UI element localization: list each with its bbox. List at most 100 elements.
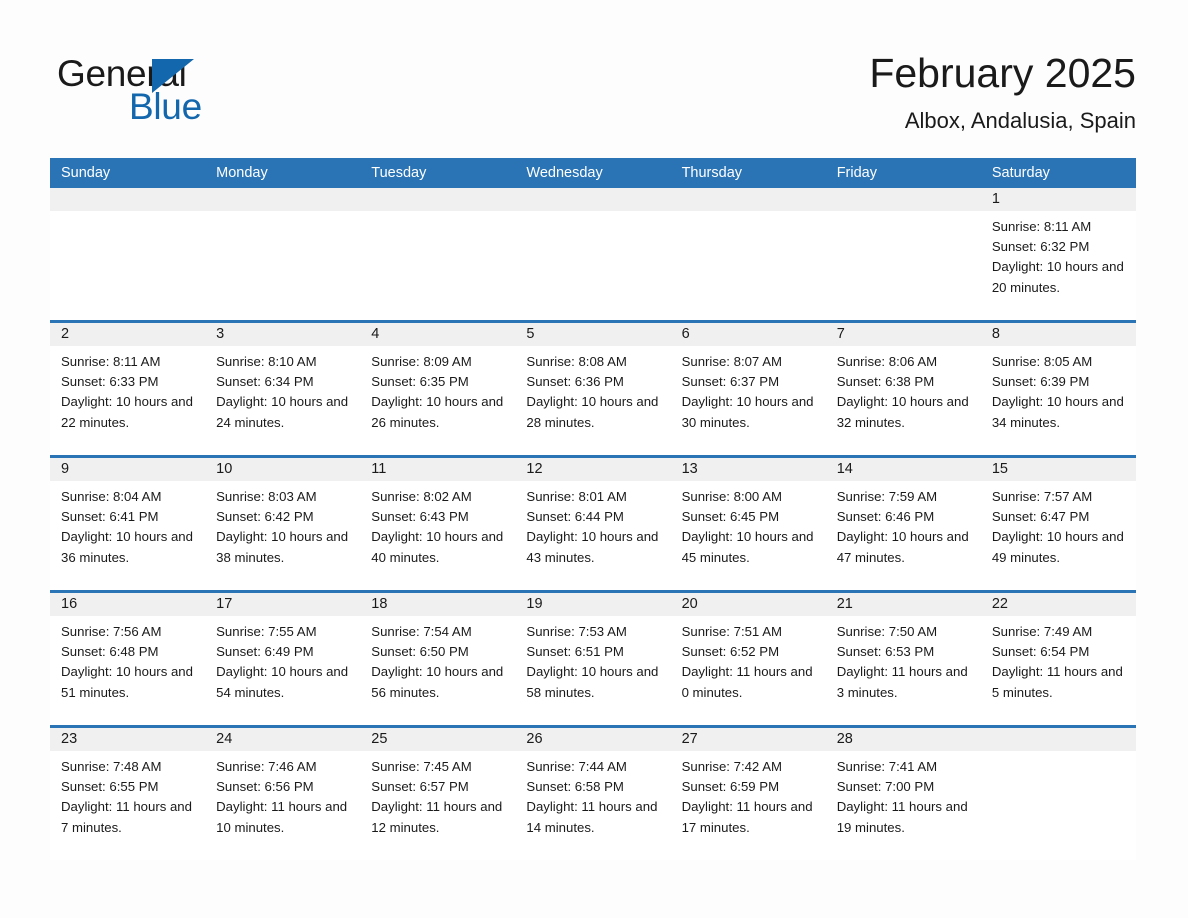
day-cell[interactable]: 20 Sunrise: 7:51 AM Sunset: 6:52 PM Dayl… xyxy=(670,593,826,725)
day-cell[interactable]: 23 Sunrise: 7:48 AM Sunset: 6:55 PM Dayl… xyxy=(50,728,206,860)
sunset-text: Sunset: 7:00 PM xyxy=(836,779,935,795)
sunset-text: Sunset: 6:41 PM xyxy=(61,509,159,525)
day-cell[interactable] xyxy=(360,188,516,320)
day-info xyxy=(205,211,360,217)
day-cell[interactable]: 11 Sunrise: 8:02 AM Sunset: 6:43 PM Dayl… xyxy=(360,458,516,590)
daylight-text: Daylight: 11 hours and 10 minutes. xyxy=(216,799,348,835)
sunset-text: Sunset: 6:46 PM xyxy=(836,509,935,525)
week-row: 2 Sunrise: 8:11 AM Sunset: 6:33 PM Dayli… xyxy=(50,320,1136,455)
sunrise-text: Sunrise: 8:00 AM xyxy=(681,489,782,504)
day-number: 9 xyxy=(50,458,206,481)
sunset-text: Sunset: 6:59 PM xyxy=(681,779,780,795)
day-cell[interactable]: 4 Sunrise: 8:09 AM Sunset: 6:35 PM Dayli… xyxy=(360,323,516,455)
daylight-text: Daylight: 10 hours and 56 minutes. xyxy=(371,664,504,700)
day-info: Sunrise: 7:59 AM Sunset: 6:46 PM Dayligh… xyxy=(826,481,981,568)
sunset-text: Sunset: 6:39 PM xyxy=(991,374,1090,390)
day-number: 10 xyxy=(205,458,361,481)
day-number: 8 xyxy=(980,323,1136,346)
day-info: Sunrise: 8:02 AM Sunset: 6:43 PM Dayligh… xyxy=(360,481,515,568)
day-cell[interactable] xyxy=(50,188,206,320)
sunset-text: Sunset: 6:34 PM xyxy=(216,374,314,390)
sunrise-text: Sunrise: 7:48 AM xyxy=(61,759,162,774)
sunrise-text: Sunrise: 7:50 AM xyxy=(836,624,938,639)
daylight-text: Daylight: 10 hours and 30 minutes. xyxy=(681,394,814,430)
day-number: 26 xyxy=(515,728,671,751)
sunset-text: Sunset: 6:47 PM xyxy=(991,509,1090,525)
sunset-text: Sunset: 6:57 PM xyxy=(371,779,469,795)
day-cell[interactable]: 27 Sunrise: 7:42 AM Sunset: 6:59 PM Dayl… xyxy=(670,728,826,860)
day-cell[interactable] xyxy=(670,188,826,320)
day-cell[interactable]: 22 Sunrise: 7:49 AM Sunset: 6:54 PM Dayl… xyxy=(980,593,1136,725)
day-cell[interactable]: 6 Sunrise: 8:07 AM Sunset: 6:37 PM Dayli… xyxy=(670,323,826,455)
day-cell[interactable]: 5 Sunrise: 8:08 AM Sunset: 6:36 PM Dayli… xyxy=(515,323,671,455)
day-cell[interactable]: 10 Sunrise: 8:03 AM Sunset: 6:42 PM Dayl… xyxy=(205,458,361,590)
day-info xyxy=(515,211,670,217)
sunset-text: Sunset: 6:35 PM xyxy=(371,374,469,390)
sunrise-text: Sunrise: 7:46 AM xyxy=(216,759,317,774)
day-info: Sunrise: 7:51 AM Sunset: 6:52 PM Dayligh… xyxy=(671,616,826,703)
calendar-table: Sunday Monday Tuesday Wednesday Thursday… xyxy=(50,158,1136,860)
day-cell[interactable]: 21 Sunrise: 7:50 AM Sunset: 6:53 PM Dayl… xyxy=(825,593,981,725)
day-info: Sunrise: 8:09 AM Sunset: 6:35 PM Dayligh… xyxy=(360,346,515,433)
day-cell[interactable] xyxy=(825,188,981,320)
day-number: 2 xyxy=(50,323,206,346)
day-cell[interactable]: 15 Sunrise: 7:57 AM Sunset: 6:47 PM Dayl… xyxy=(980,458,1136,590)
daylight-text: Daylight: 11 hours and 17 minutes. xyxy=(681,799,813,835)
week-row: 23 Sunrise: 7:48 AM Sunset: 6:55 PM Dayl… xyxy=(50,725,1136,860)
day-info: Sunrise: 7:53 AM Sunset: 6:51 PM Dayligh… xyxy=(515,616,670,703)
weekday-header-thursday: Thursday xyxy=(681,165,743,181)
day-cell[interactable]: 25 Sunrise: 7:45 AM Sunset: 6:57 PM Dayl… xyxy=(360,728,516,860)
day-info: Sunrise: 8:00 AM Sunset: 6:45 PM Dayligh… xyxy=(671,481,826,568)
day-cell[interactable]: 18 Sunrise: 7:54 AM Sunset: 6:50 PM Dayl… xyxy=(360,593,516,725)
generalblue-logo[interactable]: General Blue xyxy=(57,52,257,127)
day-cell[interactable]: 26 Sunrise: 7:44 AM Sunset: 6:58 PM Dayl… xyxy=(515,728,671,860)
day-info: Sunrise: 8:05 AM Sunset: 6:39 PM Dayligh… xyxy=(981,346,1136,433)
sunrise-text: Sunrise: 7:51 AM xyxy=(681,624,782,639)
day-cell[interactable]: 16 Sunrise: 7:56 AM Sunset: 6:48 PM Dayl… xyxy=(50,593,206,725)
day-cell[interactable]: 24 Sunrise: 7:46 AM Sunset: 6:56 PM Dayl… xyxy=(205,728,361,860)
day-cell[interactable] xyxy=(980,728,1136,860)
sunrise-text: Sunrise: 8:05 AM xyxy=(991,354,1093,369)
day-info xyxy=(360,211,515,217)
day-cell[interactable]: 28 Sunrise: 7:41 AM Sunset: 7:00 PM Dayl… xyxy=(825,728,981,860)
daylight-text: Daylight: 10 hours and 43 minutes. xyxy=(526,529,659,565)
sunrise-text: Sunrise: 7:41 AM xyxy=(836,759,938,774)
weekday-header-tuesday: Tuesday xyxy=(371,165,427,181)
day-cell[interactable]: 3 Sunrise: 8:10 AM Sunset: 6:34 PM Dayli… xyxy=(205,323,361,455)
weekday-header-wednesday: Wednesday xyxy=(526,165,603,181)
sunrise-text: Sunrise: 8:06 AM xyxy=(836,354,938,369)
day-number: 23 xyxy=(50,728,206,751)
day-number: 14 xyxy=(825,458,981,481)
sunset-text: Sunset: 6:52 PM xyxy=(681,644,780,660)
sunrise-text: Sunrise: 8:11 AM xyxy=(991,219,1092,234)
sunrise-text: Sunrise: 8:01 AM xyxy=(526,489,627,504)
day-number xyxy=(825,188,981,211)
daylight-text: Daylight: 10 hours and 51 minutes. xyxy=(61,664,193,700)
day-cell[interactable]: 7 Sunrise: 8:06 AM Sunset: 6:38 PM Dayli… xyxy=(825,323,981,455)
sunrise-text: Sunrise: 7:59 AM xyxy=(836,489,938,504)
day-cell[interactable]: 19 Sunrise: 7:53 AM Sunset: 6:51 PM Dayl… xyxy=(515,593,671,725)
sunset-text: Sunset: 6:37 PM xyxy=(681,374,780,390)
day-info: Sunrise: 7:48 AM Sunset: 6:55 PM Dayligh… xyxy=(50,751,205,838)
day-cell[interactable]: 2 Sunrise: 8:11 AM Sunset: 6:33 PM Dayli… xyxy=(50,323,206,455)
day-cell[interactable]: 9 Sunrise: 8:04 AM Sunset: 6:41 PM Dayli… xyxy=(50,458,206,590)
day-info: Sunrise: 7:56 AM Sunset: 6:48 PM Dayligh… xyxy=(50,616,205,703)
daylight-text: Daylight: 10 hours and 58 minutes. xyxy=(526,664,659,700)
day-cell[interactable]: 12 Sunrise: 8:01 AM Sunset: 6:44 PM Dayl… xyxy=(515,458,671,590)
weekday-header-sunday: Sunday xyxy=(61,165,111,181)
day-cell[interactable]: 14 Sunrise: 7:59 AM Sunset: 6:46 PM Dayl… xyxy=(825,458,981,590)
day-cell[interactable]: 17 Sunrise: 7:55 AM Sunset: 6:49 PM Dayl… xyxy=(205,593,361,725)
day-number: 1 xyxy=(980,188,1136,211)
day-cell[interactable]: 1 Sunrise: 8:11 AM Sunset: 6:32 PM Dayli… xyxy=(980,188,1136,320)
sunrise-text: Sunrise: 7:57 AM xyxy=(991,489,1093,504)
daylight-text: Daylight: 10 hours and 40 minutes. xyxy=(371,529,504,565)
day-cell[interactable] xyxy=(515,188,671,320)
day-cell[interactable]: 13 Sunrise: 8:00 AM Sunset: 6:45 PM Dayl… xyxy=(670,458,826,590)
sunset-text: Sunset: 6:45 PM xyxy=(681,509,780,525)
day-info: Sunrise: 7:49 AM Sunset: 6:54 PM Dayligh… xyxy=(981,616,1136,703)
day-cell[interactable]: 8 Sunrise: 8:05 AM Sunset: 6:39 PM Dayli… xyxy=(980,323,1136,455)
location-subtitle: Albox, Andalusia, Spain xyxy=(904,108,1136,133)
day-number xyxy=(205,188,361,211)
sunrise-text: Sunrise: 7:42 AM xyxy=(681,759,782,774)
day-cell[interactable] xyxy=(205,188,361,320)
